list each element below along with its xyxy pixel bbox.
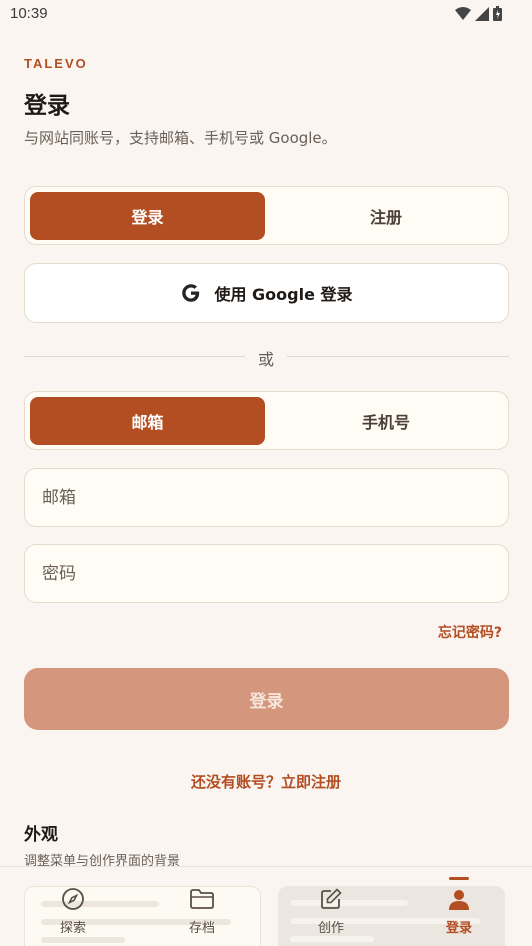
bottom-nav: 探索 存档 创作 登录	[0, 866, 532, 946]
tab-phone[interactable]: 手机号	[269, 397, 503, 445]
wifi-icon	[455, 6, 471, 20]
signal-icon	[475, 6, 489, 21]
battery-icon	[493, 6, 502, 21]
login-method-switch: 邮箱 手机号	[24, 391, 509, 450]
tab-email[interactable]: 邮箱	[30, 397, 265, 445]
nav-label-explore: 探索	[59, 921, 86, 936]
forgot-password-link[interactable]: 忘记密码?	[438, 622, 502, 642]
page-title: 登录	[24, 93, 70, 119]
edit-icon	[321, 888, 342, 909]
tab-login[interactable]: 登录	[30, 192, 265, 240]
signup-link[interactable]: 还没有账号？立即注册	[0, 771, 532, 792]
login-submit-button[interactable]: 登录	[24, 668, 509, 730]
google-login-label: 使用 Google 登录	[214, 285, 353, 304]
nav-item-create[interactable]: 创作	[291, 887, 371, 936]
status-time: 10:39	[10, 5, 48, 22]
status-bar: 10:39	[0, 0, 532, 28]
nav-item-archive[interactable]: 存档	[162, 887, 242, 936]
tab-register[interactable]: 注册	[269, 192, 503, 240]
status-icons	[455, 6, 502, 21]
person-icon	[449, 890, 469, 910]
password-input[interactable]	[25, 545, 508, 602]
folder-icon	[190, 889, 214, 909]
compass-icon	[62, 888, 84, 910]
active-tab-indicator	[449, 877, 469, 880]
page-subtitle: 与网站同账号，支持邮箱、手机号或 Google。	[24, 129, 337, 147]
password-field-container	[24, 544, 509, 603]
google-login-button[interactable]: 使用 Google 登录	[24, 263, 509, 323]
nav-item-login[interactable]: 登录	[419, 887, 499, 936]
email-input[interactable]	[25, 469, 508, 526]
appearance-title: 外观	[24, 825, 58, 845]
nav-label-create: 创作	[317, 921, 344, 936]
google-g-icon	[182, 284, 200, 302]
email-field-container	[24, 468, 509, 527]
divider-or: 或	[257, 350, 274, 369]
divider-right	[287, 356, 509, 357]
nav-label-login: 登录	[445, 921, 472, 936]
nav-item-explore[interactable]: 探索	[33, 887, 113, 936]
divider-left	[24, 356, 245, 357]
brand-logo-text: TALEVO	[24, 56, 88, 71]
nav-label-archive: 存档	[188, 921, 215, 936]
auth-mode-switch: 登录 注册	[24, 186, 509, 245]
